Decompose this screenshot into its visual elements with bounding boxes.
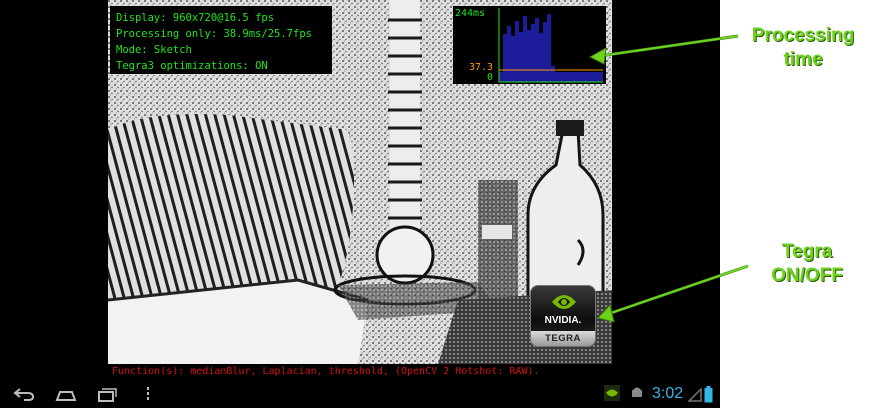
- processing-time-callout: Processing time: [751, 25, 855, 70]
- tegra-toggle-callout: Tegra ON/OFF: [771, 241, 843, 286]
